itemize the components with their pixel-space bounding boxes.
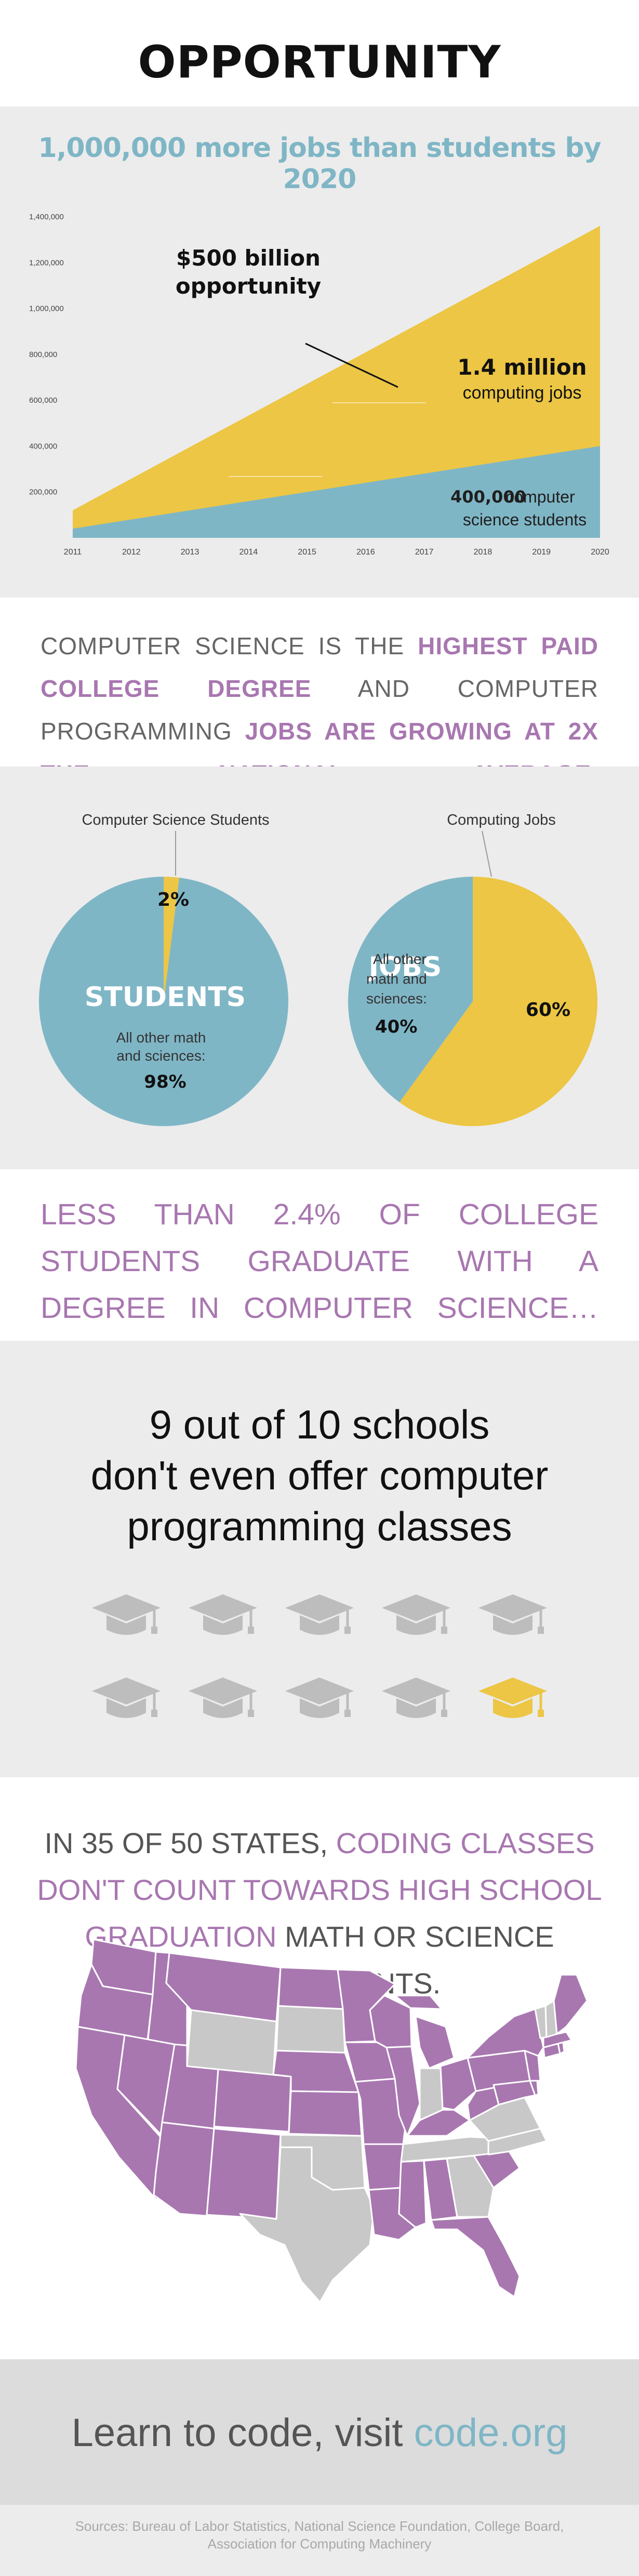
students-center-label: STUDENTS: [85, 982, 246, 1013]
students-pie-title: Computer Science Students: [82, 812, 269, 828]
graduation-cap-icon: [271, 1585, 368, 1647]
x-tick-label: 2017: [415, 548, 434, 557]
state-nm: [206, 2128, 282, 2220]
area-chart: 200,000 400,000 600,000 800,000 1,000,000 1,2…: [29, 213, 609, 557]
state-me: [553, 1974, 588, 2035]
state-fl: [430, 2216, 521, 2298]
graduation-statement: Less than 2.4% of college students gradu…: [41, 1198, 598, 1341]
x-tick-label: 2019: [532, 548, 551, 557]
schools-section: 9 out of 10 schools don't even offer com…: [0, 1341, 639, 1777]
x-tick-label: 2015: [298, 548, 316, 557]
schools-line-1: 9 out of 10 schools: [149, 1402, 490, 1447]
schools-line-2: don't even offer computer: [90, 1452, 549, 1498]
x-tick-label: 2016: [356, 548, 375, 557]
annotation-students-label-1: computer: [505, 487, 575, 506]
y-tick-label: 200,000: [29, 488, 57, 497]
pie-charts: Computer Science Students Computing Jobs…: [39, 812, 598, 1126]
jobs-other-value: 40%: [375, 1016, 417, 1037]
state-sd: [275, 2005, 346, 2054]
graduation-cap-icon: [175, 1668, 271, 1730]
x-tick-label: 2012: [122, 548, 141, 557]
stmt1-pre: Computer science is the: [41, 632, 418, 659]
y-tick-labels: 200,000 400,000 600,000 800,000 1,000,000 1,2…: [29, 213, 64, 497]
x-tick-label: 2014: [239, 548, 258, 557]
students-slice-label: 2%: [157, 889, 189, 910]
state-az: [153, 2121, 215, 2217]
cta-label: Learn to code, visit: [71, 2411, 414, 2455]
state-ks: [288, 2090, 363, 2137]
sources-line-2: Association for Computing Machinery: [207, 2536, 432, 2552]
page-title: OPPORTUNITY: [138, 36, 501, 88]
graduation-cap-icon: [78, 1585, 175, 1647]
graduation-cap-icon: [271, 1668, 368, 1730]
jobs-other-label-3: sciences:: [366, 990, 427, 1007]
annotation-jobs-value: 1.4 million: [457, 354, 587, 380]
students-other-value: 98%: [144, 1072, 186, 1092]
sources-text: Sources: Bureau of Labor Statistics, Nat…: [52, 2517, 587, 2553]
salary-statement-section: Computer science is the highest paid col…: [0, 598, 639, 767]
state-ny: [467, 2008, 544, 2059]
jobs-other-label-2: math and: [366, 971, 427, 987]
header-section: OPPORTUNITY: [0, 0, 639, 107]
state-ar: [363, 2143, 404, 2191]
y-tick-label: 1,400,000: [29, 213, 64, 221]
graduation-cap-icon: [368, 1668, 464, 1730]
jobs-other-label-1: All other: [373, 951, 427, 967]
code-org-link[interactable]: code.org: [414, 2411, 568, 2455]
pie-charts-section: Computer Science Students Computing Jobs…: [0, 767, 639, 1169]
x-tick-labels: 2011 2012 2013 2014 2015 2016 2017 2018 2019 2020: [64, 548, 609, 557]
annotation-opportunity-line2: opportunity: [176, 273, 321, 299]
jobs-pie-pointer: [482, 830, 492, 877]
stmt1-end: .: [591, 760, 598, 767]
graduation-cap-icon: [368, 1585, 464, 1647]
y-tick-label: 1,000,000: [29, 305, 64, 313]
y-tick-label: 400,000: [29, 442, 57, 451]
x-tick-label: 2018: [474, 548, 492, 557]
graduation-cap-icon: [175, 1585, 271, 1647]
schools-statement: 9 out of 10 schools don't even offer com…: [0, 1399, 639, 1552]
cta-section: Learn to code, visit code.org: [0, 2359, 639, 2505]
us-map: [75, 1938, 588, 2303]
state-md: [492, 2080, 536, 2106]
students-other-label-2: and sciences:: [116, 1048, 205, 1064]
annotation-students-label-2: science students: [463, 510, 587, 529]
jobs-chart-section: 1,000,000 more jobs than students by 202…: [0, 107, 639, 598]
x-tick-label: 2011: [64, 548, 82, 557]
schools-line-3: programming classes: [127, 1503, 512, 1549]
students-other-label-1: All other math: [116, 1029, 206, 1046]
y-tick-label: 800,000: [29, 350, 57, 359]
sources-line-1: Sources: Bureau of Labor Statistics, Nat…: [75, 2518, 564, 2534]
y-tick-label: 600,000: [29, 396, 57, 405]
annotation-jobs-label: computing jobs: [463, 383, 582, 403]
states-section: In 35 of 50 states, coding classes don't…: [0, 1777, 639, 2359]
x-tick-label: 2013: [181, 548, 199, 557]
state-co: [213, 2068, 292, 2133]
graduation-cap-icon: [78, 1668, 175, 1730]
jobs-pie-title: Computing Jobs: [447, 812, 556, 828]
graduation-statement-section: Less than 2.4% of college students gradu…: [0, 1169, 639, 1341]
x-tick-label: 2020: [591, 548, 609, 557]
state-wy: [186, 2009, 277, 2078]
jobs-slice-label: 60%: [526, 999, 570, 1021]
salary-statement: Computer science is the highest paid col…: [41, 625, 598, 767]
y-tick-label: 1,200,000: [29, 258, 64, 267]
cta-text: Learn to code, visit code.org: [0, 2410, 639, 2455]
graduation-cap-grid: [78, 1585, 561, 1730]
state-nd: [277, 1966, 344, 2010]
graduation-cap-icon: [464, 1585, 561, 1647]
annotation-opportunity-line1: $500 billion: [176, 245, 321, 271]
graduation-cap-icon: [464, 1668, 561, 1730]
state-ms: [398, 2160, 427, 2228]
sources-section: Sources: Bureau of Labor Statistics, Nat…: [0, 2505, 639, 2576]
